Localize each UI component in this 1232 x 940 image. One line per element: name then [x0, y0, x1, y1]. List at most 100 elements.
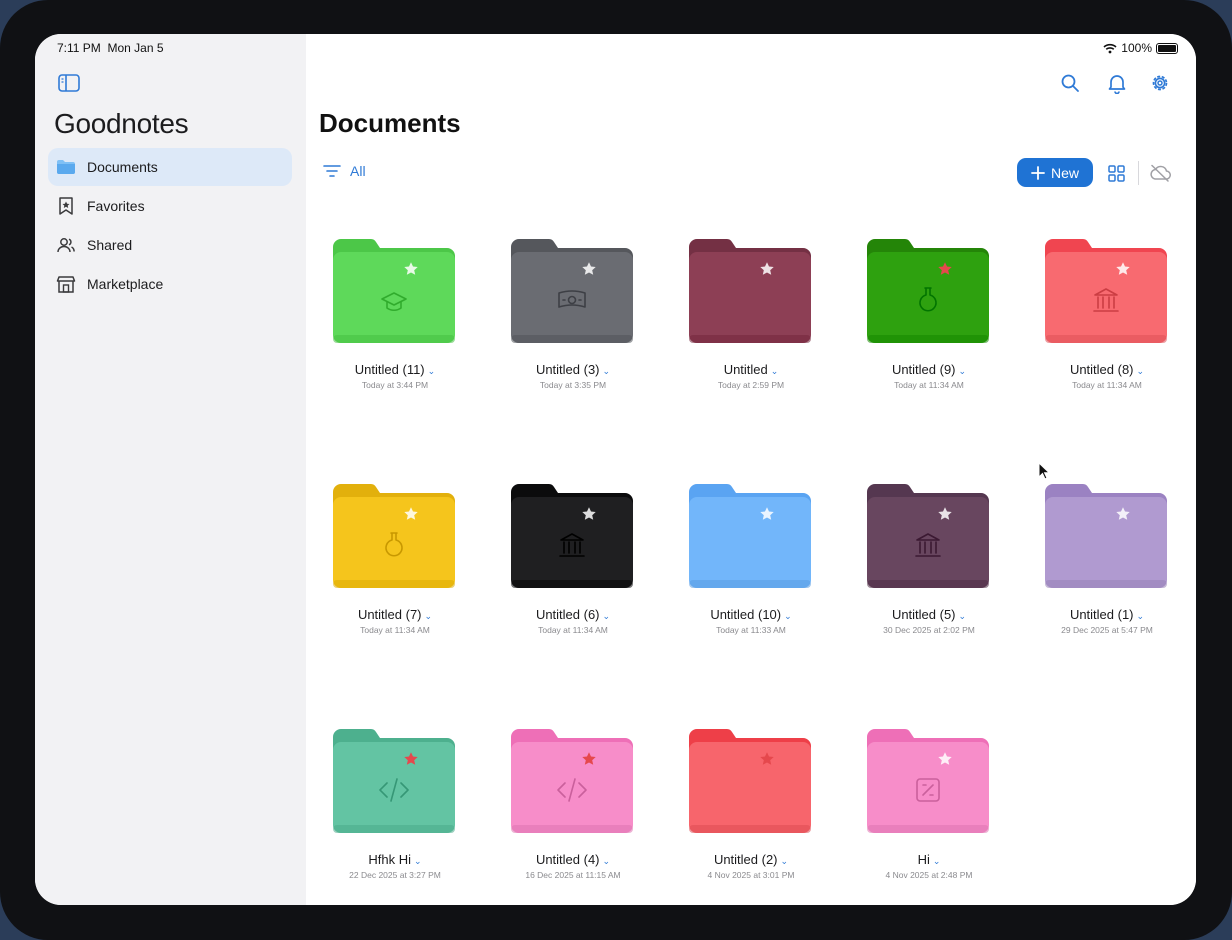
star-icon[interactable] [759, 506, 775, 522]
folder-date: 29 Dec 2025 at 5:47 PM [1061, 625, 1153, 635]
chevron-down-icon[interactable]: ⌄ [414, 856, 422, 866]
chevron-down-icon[interactable]: ⌄ [425, 611, 433, 621]
folder-item[interactable]: Hi ⌄ 4 Nov 2025 at 2:48 PM [840, 727, 1018, 887]
cloud-off-icon[interactable] [1149, 162, 1171, 184]
plus-icon [1031, 165, 1045, 180]
star-icon[interactable] [1115, 506, 1131, 522]
grid-view-icon[interactable] [1106, 163, 1126, 183]
search-icon[interactable] [1060, 72, 1080, 94]
folder-name[interactable]: Hi ⌄ [840, 852, 1018, 867]
chevron-down-icon[interactable]: ⌄ [428, 366, 436, 376]
folder-item[interactable]: Untitled (1) ⌄ 29 Dec 2025 at 5:47 PM [1018, 482, 1196, 642]
folder-name[interactable]: Untitled (4) ⌄ [484, 852, 662, 867]
chevron-down-icon[interactable]: ⌄ [959, 611, 967, 621]
folder-name[interactable]: Untitled (5) ⌄ [840, 607, 1018, 622]
sidebar-item-marketplace[interactable]: Marketplace [48, 265, 292, 303]
status-right: 100% [1103, 41, 1178, 55]
folder-item[interactable]: Untitled (9) ⌄ Today at 11:34 AM [840, 237, 1018, 397]
folder-icon[interactable] [1045, 482, 1167, 590]
folder-icon[interactable] [511, 482, 633, 590]
folder-date: 22 Dec 2025 at 3:27 PM [349, 870, 441, 880]
status-time: 7:11 PM Mon Jan 5 [57, 41, 164, 55]
folder-icon[interactable] [689, 727, 811, 835]
folder-item[interactable]: Hfhk Hi ⌄ 22 Dec 2025 at 3:27 PM [306, 727, 484, 887]
mouse-cursor [1038, 461, 1051, 485]
folder-date: 30 Dec 2025 at 2:02 PM [883, 625, 975, 635]
folder-date: 4 Nov 2025 at 2:48 PM [885, 870, 973, 880]
folder-name[interactable]: Untitled (8) ⌄ [1018, 362, 1196, 377]
folder-item[interactable]: Untitled (11) ⌄ Today at 3:44 PM [306, 237, 484, 397]
chevron-down-icon[interactable]: ⌄ [781, 856, 789, 866]
chevron-down-icon[interactable]: ⌄ [1137, 366, 1145, 376]
chevron-down-icon[interactable]: ⌄ [1137, 611, 1145, 621]
chevron-down-icon[interactable]: ⌄ [771, 366, 779, 376]
folder-icon[interactable] [867, 727, 989, 835]
new-button[interactable]: New [1017, 158, 1093, 187]
folder-date: Today at 11:34 AM [360, 625, 430, 635]
sidebar-item-favorites[interactable]: Favorites [48, 187, 292, 225]
folder-icon[interactable] [333, 482, 455, 590]
folder-icon[interactable] [511, 727, 633, 835]
sidebar-toggle-icon[interactable] [57, 73, 81, 93]
folder-name[interactable]: Untitled ⌄ [662, 362, 840, 377]
folder-name[interactable]: Untitled (11) ⌄ [306, 362, 484, 377]
folder-date: 4 Nov 2025 at 3:01 PM [707, 870, 795, 880]
folder-icon[interactable] [867, 237, 989, 345]
star-icon[interactable] [581, 506, 597, 522]
chevron-down-icon[interactable]: ⌄ [603, 366, 611, 376]
star-icon[interactable] [937, 751, 953, 767]
folder-name[interactable]: Untitled (3) ⌄ [484, 362, 662, 377]
chevron-down-icon[interactable]: ⌄ [603, 611, 611, 621]
folder-name[interactable]: Untitled (6) ⌄ [484, 607, 662, 622]
star-filled-icon[interactable] [759, 751, 775, 767]
sidebar-item-documents[interactable]: Documents [48, 148, 292, 186]
filter-label: All [350, 163, 366, 179]
folder-icon[interactable] [333, 727, 455, 835]
gear-icon[interactable] [1149, 72, 1171, 94]
folder-date: Today at 11:34 AM [894, 380, 964, 390]
folder-item[interactable]: Untitled ⌄ Today at 2:59 PM [662, 237, 840, 397]
folder-icon[interactable] [1045, 237, 1167, 345]
filter-button[interactable]: All [323, 163, 366, 179]
star-icon[interactable] [403, 506, 419, 522]
star-icon[interactable] [759, 261, 775, 277]
sidebar-item-label: Documents [87, 159, 158, 175]
chevron-down-icon[interactable]: ⌄ [603, 856, 611, 866]
folder-item[interactable]: Untitled (10) ⌄ Today at 11:33 AM [662, 482, 840, 642]
folder-icon[interactable] [333, 237, 455, 345]
folder-icon[interactable] [689, 482, 811, 590]
bell-icon[interactable] [1106, 72, 1128, 94]
app-title: Goodnotes [54, 108, 189, 139]
folder-name[interactable]: Untitled (2) ⌄ [662, 852, 840, 867]
folder-icon[interactable] [511, 237, 633, 345]
folder-item[interactable]: Untitled (5) ⌄ 30 Dec 2025 at 2:02 PM [840, 482, 1018, 642]
star-icon[interactable] [581, 261, 597, 277]
folder-date: Today at 3:44 PM [361, 380, 429, 390]
sidebar-item-label: Marketplace [87, 276, 164, 292]
folder-name[interactable]: Hfhk Hi ⌄ [306, 852, 484, 867]
star-icon[interactable] [403, 261, 419, 277]
folder-name[interactable]: Untitled (10) ⌄ [662, 607, 840, 622]
star-icon[interactable] [1115, 261, 1131, 277]
chevron-down-icon[interactable]: ⌄ [959, 366, 967, 376]
folder-name[interactable]: Untitled (9) ⌄ [840, 362, 1018, 377]
folder-icon[interactable] [689, 237, 811, 345]
sidebar-item-shared[interactable]: Shared [48, 226, 292, 264]
folder-item[interactable]: Untitled (6) ⌄ Today at 11:34 AM [484, 482, 662, 642]
folder-date: Today at 2:59 PM [717, 380, 785, 390]
chevron-down-icon[interactable]: ⌄ [933, 856, 941, 866]
folder-item[interactable]: Untitled (7) ⌄ Today at 11:34 AM [306, 482, 484, 642]
folder-item[interactable]: Untitled (8) ⌄ Today at 11:34 AM [1018, 237, 1196, 397]
folder-item[interactable]: Untitled (3) ⌄ Today at 3:35 PM [484, 237, 662, 397]
folder-name[interactable]: Untitled (1) ⌄ [1018, 607, 1196, 622]
folder-icon[interactable] [867, 482, 989, 590]
star-icon[interactable] [937, 506, 953, 522]
folder-name[interactable]: Untitled (7) ⌄ [306, 607, 484, 622]
star-filled-icon[interactable] [581, 751, 597, 767]
folder-item[interactable]: Untitled (4) ⌄ 16 Dec 2025 at 11:15 AM [484, 727, 662, 887]
chevron-down-icon[interactable]: ⌄ [784, 611, 792, 621]
star-filled-icon[interactable] [403, 751, 419, 767]
folder-item[interactable]: Untitled (2) ⌄ 4 Nov 2025 at 3:01 PM [662, 727, 840, 887]
star-filled-icon[interactable] [937, 261, 953, 277]
ipad-frame: 7:11 PM Mon Jan 5 Goodnotes Documents Fa… [0, 0, 1232, 940]
